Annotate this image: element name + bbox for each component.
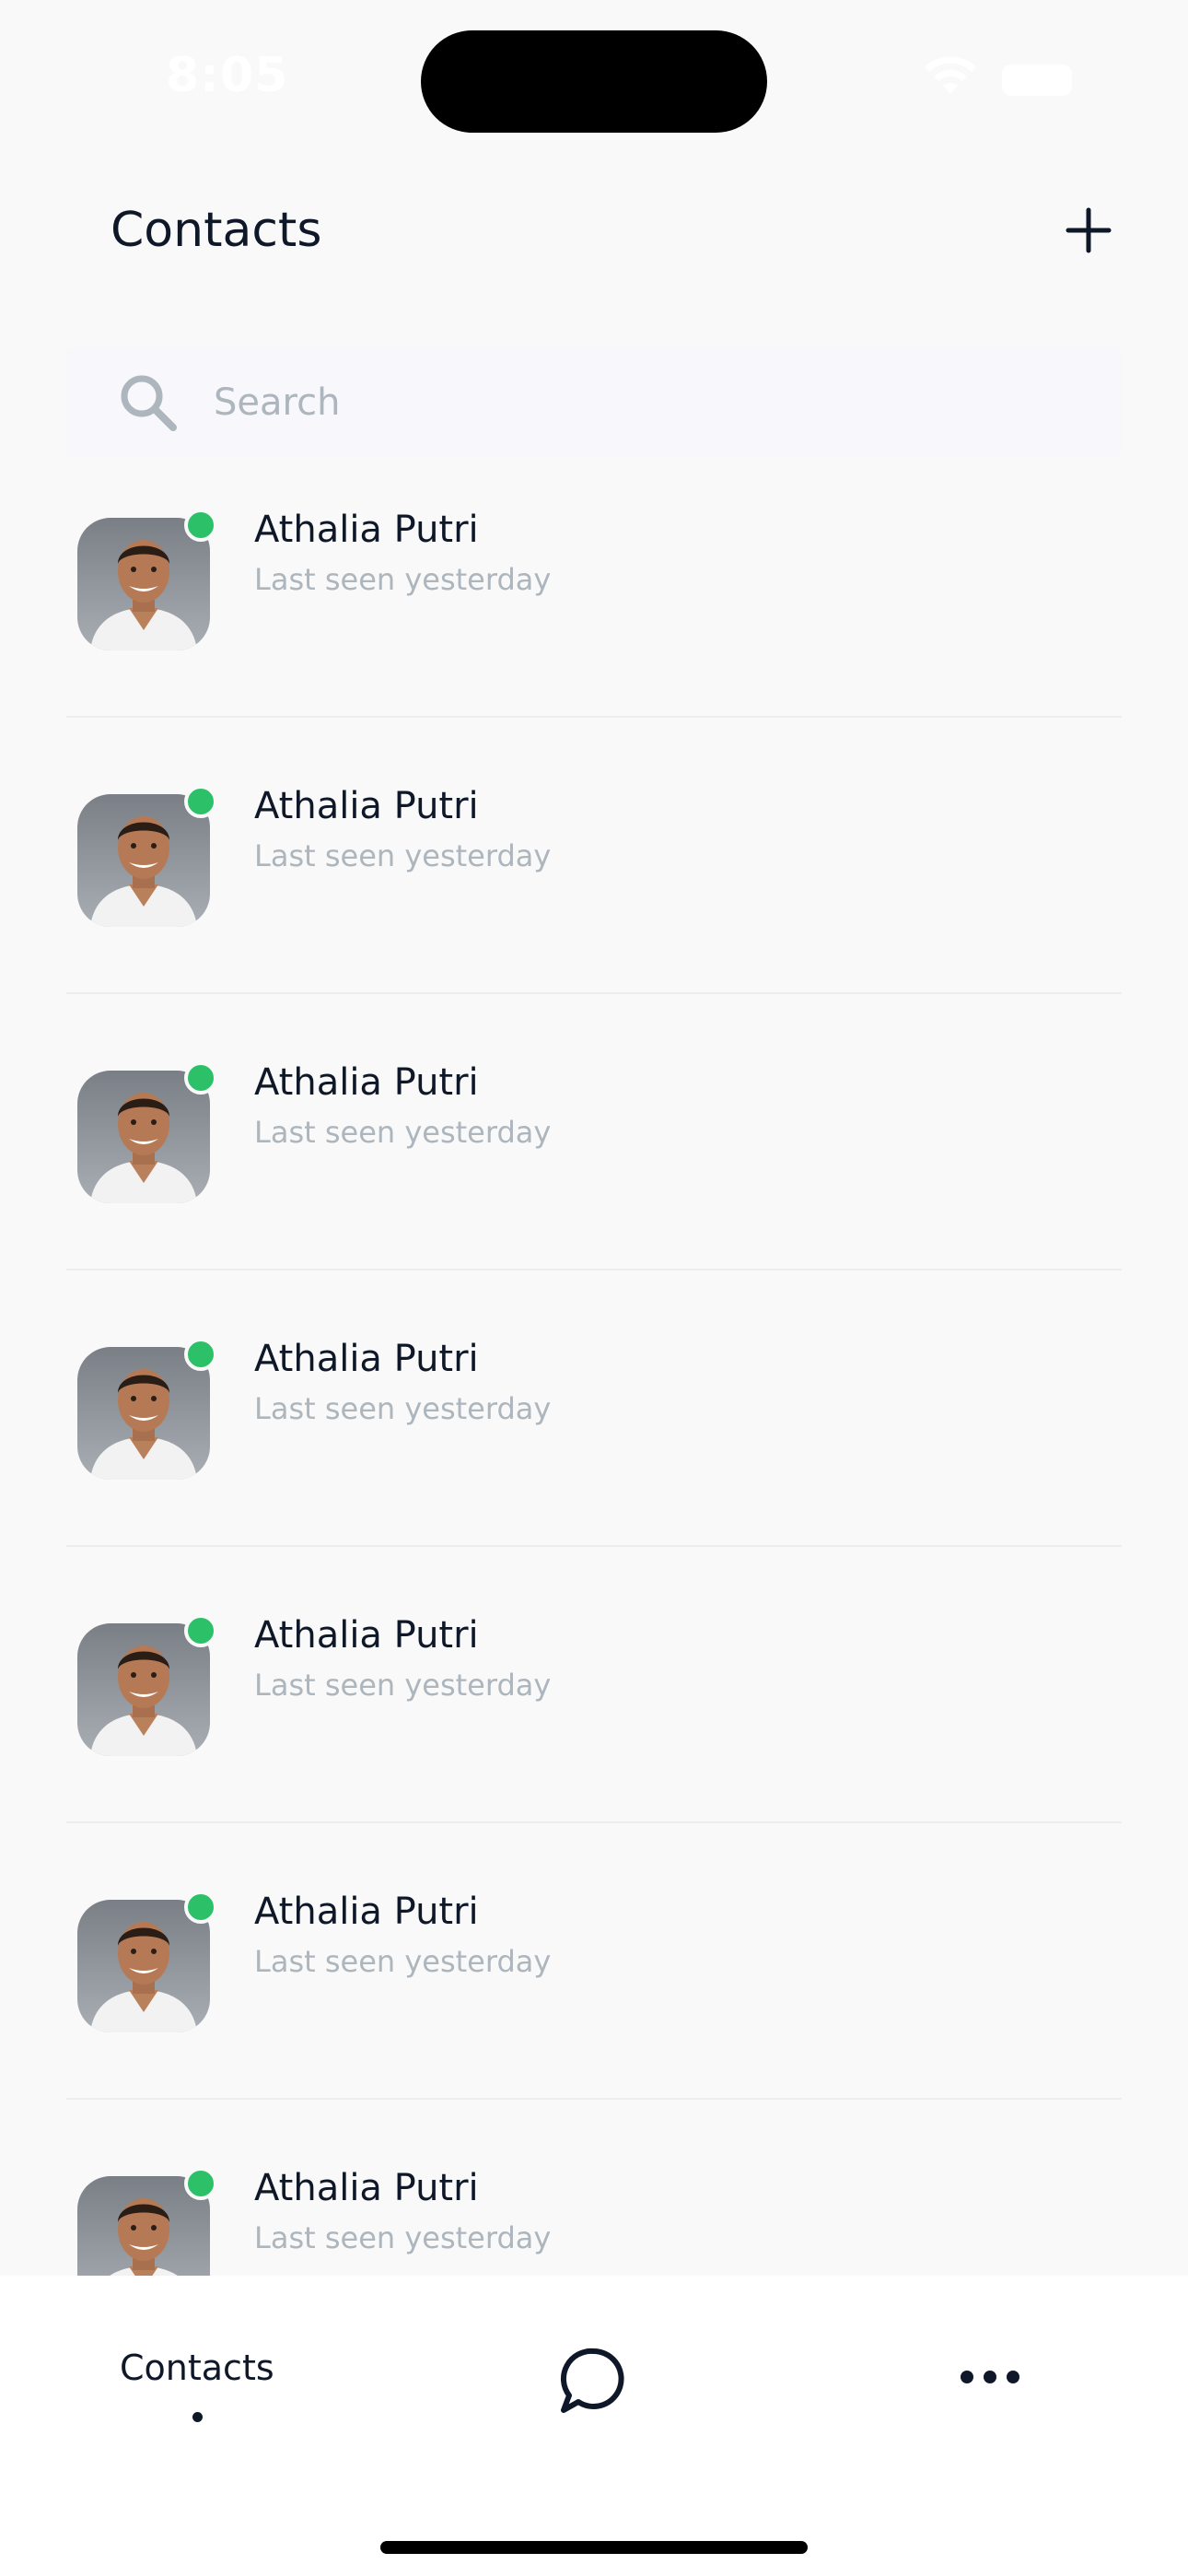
contact-last-seen: Last seen yesterday	[254, 1944, 552, 1979]
search-icon	[121, 375, 177, 431]
dynamic-island	[421, 30, 767, 133]
contact-row[interactable]: Athalia Putri Last seen yesterday	[66, 1023, 1122, 1299]
contact-last-seen: Last seen yesterday	[254, 562, 552, 597]
nav-tab-contacts[interactable]: Contacts	[120, 2348, 276, 2430]
contact-row[interactable]: Athalia Putri Last seen yesterday	[66, 2128, 1122, 2276]
search-bar[interactable]	[66, 347, 1122, 458]
contact-name: Athalia Putri	[254, 1061, 479, 1104]
online-status-dot	[184, 1338, 217, 1371]
search-input[interactable]	[214, 347, 1098, 458]
page-title: Contacts	[111, 203, 322, 258]
contact-row[interactable]: Athalia Putri Last seen yesterday	[66, 746, 1122, 1023]
contact-row[interactable]: Athalia Putri Last seen yesterday	[66, 1299, 1122, 1575]
wifi-icon	[925, 57, 976, 94]
contact-last-seen: Last seen yesterday	[254, 1115, 552, 1150]
online-status-dot	[184, 1061, 217, 1095]
row-divider	[66, 1821, 1122, 1823]
active-tab-indicator	[192, 2412, 203, 2422]
plus-icon	[1066, 207, 1112, 253]
contacts-screen: 8:05 Contacts Athalia Putri Last seen yes…	[0, 0, 1188, 2576]
contact-row[interactable]: Athalia Putri Last seen yesterday	[66, 1575, 1122, 1852]
contact-last-seen: Last seen yesterday	[254, 2220, 552, 2255]
nav-tab-chats[interactable]	[556, 2344, 630, 2418]
contact-name: Athalia Putri	[254, 1891, 479, 1933]
nav-contacts-label: Contacts	[120, 2348, 274, 2388]
contact-name: Athalia Putri	[254, 509, 479, 551]
row-divider	[66, 716, 1122, 718]
add-contact-button[interactable]	[1059, 201, 1118, 260]
online-status-dot	[184, 2167, 217, 2200]
contact-row[interactable]: Athalia Putri Last seen yesterday	[66, 1852, 1122, 2128]
contact-name: Athalia Putri	[254, 2167, 479, 2209]
battery-icon	[1002, 64, 1072, 96]
online-status-dot	[184, 1614, 217, 1647]
contact-row[interactable]: Athalia Putri Last seen yesterday	[66, 470, 1122, 746]
status-time: 8:05	[166, 48, 289, 103]
contact-last-seen: Last seen yesterday	[254, 1391, 552, 1426]
home-indicator	[380, 2541, 808, 2554]
row-divider	[66, 2098, 1122, 2100]
online-status-dot	[184, 1891, 217, 1924]
contact-name: Athalia Putri	[254, 785, 479, 827]
contact-last-seen: Last seen yesterday	[254, 838, 552, 873]
contact-name: Athalia Putri	[254, 1338, 479, 1380]
online-status-dot	[184, 509, 217, 542]
row-divider	[66, 992, 1122, 994]
header: Contacts	[0, 175, 1188, 295]
online-status-dot	[184, 785, 217, 818]
chat-bubble-icon	[561, 2348, 624, 2413]
more-icon	[961, 2371, 1019, 2383]
nav-tab-more[interactable]	[958, 2359, 1022, 2395]
row-divider	[66, 1269, 1122, 1270]
status-bar: 8:05	[0, 0, 1188, 157]
contact-name: Athalia Putri	[254, 1614, 479, 1657]
contact-list[interactable]: Athalia Putri Last seen yesterday Athalia …	[0, 470, 1188, 2276]
contact-last-seen: Last seen yesterday	[254, 1668, 552, 1703]
bottom-nav: Contacts	[0, 2276, 1188, 2576]
row-divider	[66, 1545, 1122, 1547]
